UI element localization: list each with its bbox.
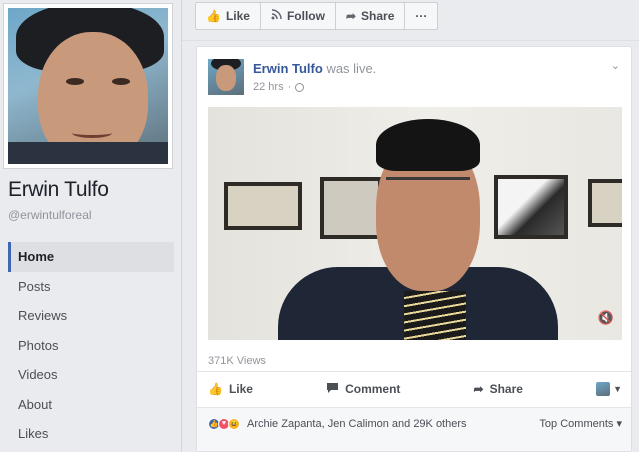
wall-frame bbox=[588, 179, 622, 227]
live-video-post: Erwin Tulfo was live. 22 hrs · ⌄ 🔇 371K … bbox=[196, 46, 632, 452]
comment-button[interactable]: Comment bbox=[326, 382, 400, 397]
like-label: Like bbox=[228, 382, 253, 396]
comment-icon bbox=[326, 382, 339, 397]
haha-reaction-icon: 😆 bbox=[228, 417, 240, 430]
more-options-label: ··· bbox=[415, 9, 428, 23]
chevron-down-icon[interactable]: ⌄ bbox=[611, 59, 620, 72]
nav-item-photos[interactable]: Photos bbox=[8, 331, 174, 361]
caret-down-icon: ▾ bbox=[616, 418, 622, 430]
like-button[interactable]: 👍 Like bbox=[208, 382, 253, 396]
nav-item-home[interactable]: Home bbox=[8, 242, 174, 272]
page-nav: Home Posts Reviews Photos Videos About L… bbox=[8, 242, 174, 449]
follow-label: Follow bbox=[286, 9, 325, 23]
reaction-names: Archie Zapanta, Jen Calimon and 29K othe… bbox=[247, 417, 467, 430]
meta-separator: · bbox=[287, 81, 292, 93]
caret-down-icon: ▼ bbox=[613, 384, 622, 394]
post-verb: was live. bbox=[326, 61, 377, 76]
wall-frame bbox=[320, 177, 382, 239]
avatar bbox=[596, 382, 611, 396]
share-arrow-icon: ➦ bbox=[345, 9, 357, 23]
like-page-button[interactable]: 👍 Like bbox=[196, 3, 261, 29]
post-as-selector[interactable]: ▼ bbox=[596, 382, 622, 396]
share-page-button[interactable]: ➦ Share bbox=[336, 3, 406, 29]
divider bbox=[197, 371, 631, 372]
post-actions: 👍 Like Comment ➦ Share ▼ bbox=[208, 377, 622, 401]
live-video-player[interactable]: 🔇 bbox=[208, 107, 622, 340]
post-time[interactable]: 22 hrs bbox=[253, 81, 284, 93]
comment-label: Comment bbox=[345, 382, 401, 396]
rss-icon bbox=[271, 9, 282, 23]
nav-item-posts[interactable]: Posts bbox=[8, 272, 174, 302]
share-label: Share bbox=[489, 382, 523, 396]
like-icon: 👍 bbox=[208, 382, 223, 396]
author-name[interactable]: Erwin Tulfo bbox=[253, 61, 323, 76]
profile-photo bbox=[8, 8, 168, 164]
left-column: Erwin Tulfo @erwintulforeal Home Posts R… bbox=[0, 0, 182, 452]
follow-button[interactable]: Follow bbox=[261, 3, 336, 29]
profile-picture[interactable] bbox=[3, 3, 173, 169]
divider bbox=[182, 40, 639, 41]
comment-sort-label: Top Comments bbox=[539, 418, 614, 430]
reaction-summary-bar: 👍 ♥ 😆 Archie Zapanta, Jen Calimon and 29… bbox=[197, 407, 631, 451]
page-name[interactable]: Erwin Tulfo bbox=[8, 178, 109, 202]
share-button[interactable]: ➦ Share bbox=[474, 382, 523, 396]
author-avatar[interactable] bbox=[208, 59, 244, 95]
reaction-summary[interactable]: 👍 ♥ 😆 Archie Zapanta, Jen Calimon and 29… bbox=[208, 417, 467, 430]
globe-icon bbox=[295, 82, 305, 92]
nav-item-videos[interactable]: Videos bbox=[8, 360, 174, 390]
nav-item-likes[interactable]: Likes bbox=[8, 419, 174, 449]
wall-frame bbox=[494, 175, 568, 239]
page-handle[interactable]: @erwintulforeal bbox=[8, 208, 92, 222]
view-count: 371K Views bbox=[208, 355, 266, 367]
share-page-label: Share bbox=[361, 9, 395, 23]
more-options-button[interactable]: ··· bbox=[405, 3, 437, 29]
post-header: Erwin Tulfo was live. bbox=[253, 61, 376, 76]
wall-frame bbox=[224, 182, 302, 230]
share-arrow-icon: ➦ bbox=[473, 382, 484, 396]
mute-icon[interactable]: 🔇 bbox=[598, 310, 614, 326]
like-page-label: Like bbox=[225, 9, 250, 23]
nav-item-about[interactable]: About bbox=[8, 390, 174, 420]
page-action-bar: 👍 Like Follow ➦ Share ··· bbox=[195, 2, 439, 30]
like-icon: 👍 bbox=[206, 9, 221, 23]
nav-item-reviews[interactable]: Reviews bbox=[8, 301, 174, 331]
comment-sort-dropdown[interactable]: Top Comments ▾ bbox=[539, 417, 622, 430]
post-meta: 22 hrs · bbox=[253, 81, 305, 93]
